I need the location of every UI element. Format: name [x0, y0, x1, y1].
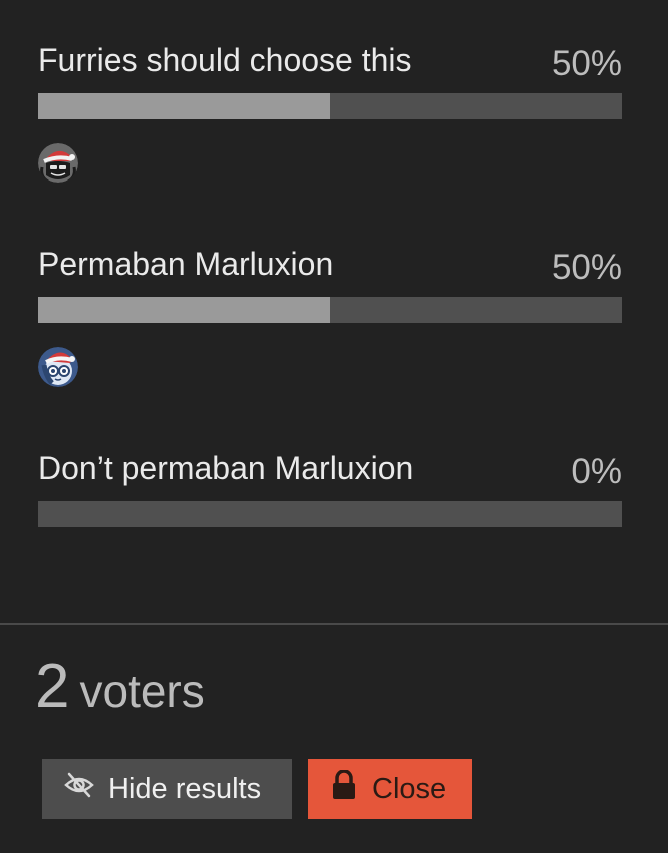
poll-option-header: Don’t permaban Marluxion 0% [38, 448, 622, 501]
avatar-blue-glasses-santa-hat-icon [38, 347, 78, 387]
poll-option-header: Permaban Marluxion 50% [38, 244, 622, 297]
close-poll-label: Close [372, 772, 447, 805]
poll-option-bar [38, 501, 622, 527]
poll-options: Furries should choose this 50% Permaban … [38, 40, 622, 652]
poll-option-bar-fill [38, 93, 330, 119]
poll-option-bar [38, 93, 622, 119]
hide-results-button[interactable]: Hide results [42, 759, 292, 819]
lock-icon [332, 769, 356, 808]
poll-option-header: Furries should choose this 50% [38, 40, 622, 93]
poll-option-percent: 0% [571, 452, 622, 491]
hide-results-label: Hide results [108, 772, 262, 805]
poll-option-percent: 50% [551, 248, 622, 287]
footer-divider [0, 623, 668, 625]
poll-option-bar-fill [38, 297, 330, 323]
voter-count: 2 voters [35, 652, 205, 726]
avatar-dark-santa-hat-icon [38, 143, 78, 183]
poll-option: Don’t permaban Marluxion 0% [38, 448, 622, 652]
poll-option-label: Furries should choose this [38, 42, 412, 78]
voter-avatar[interactable] [38, 347, 78, 387]
poll-option-voters [38, 143, 622, 185]
poll-option-label: Permaban Marluxion [38, 246, 334, 282]
poll-option: Permaban Marluxion 50% [38, 244, 622, 448]
poll-option-percent: 50% [551, 44, 622, 83]
voter-avatar[interactable] [38, 143, 78, 183]
poll-option-label: Don’t permaban Marluxion [38, 450, 414, 486]
poll-option-voters [38, 347, 622, 389]
poll-option-bar [38, 297, 622, 323]
voter-count-number: 2 [35, 652, 70, 721]
close-poll-button[interactable]: Close [308, 759, 472, 819]
voter-count-label: voters [79, 665, 205, 717]
eye-slash-icon [64, 772, 94, 806]
poll-option: Furries should choose this 50% [38, 40, 622, 244]
